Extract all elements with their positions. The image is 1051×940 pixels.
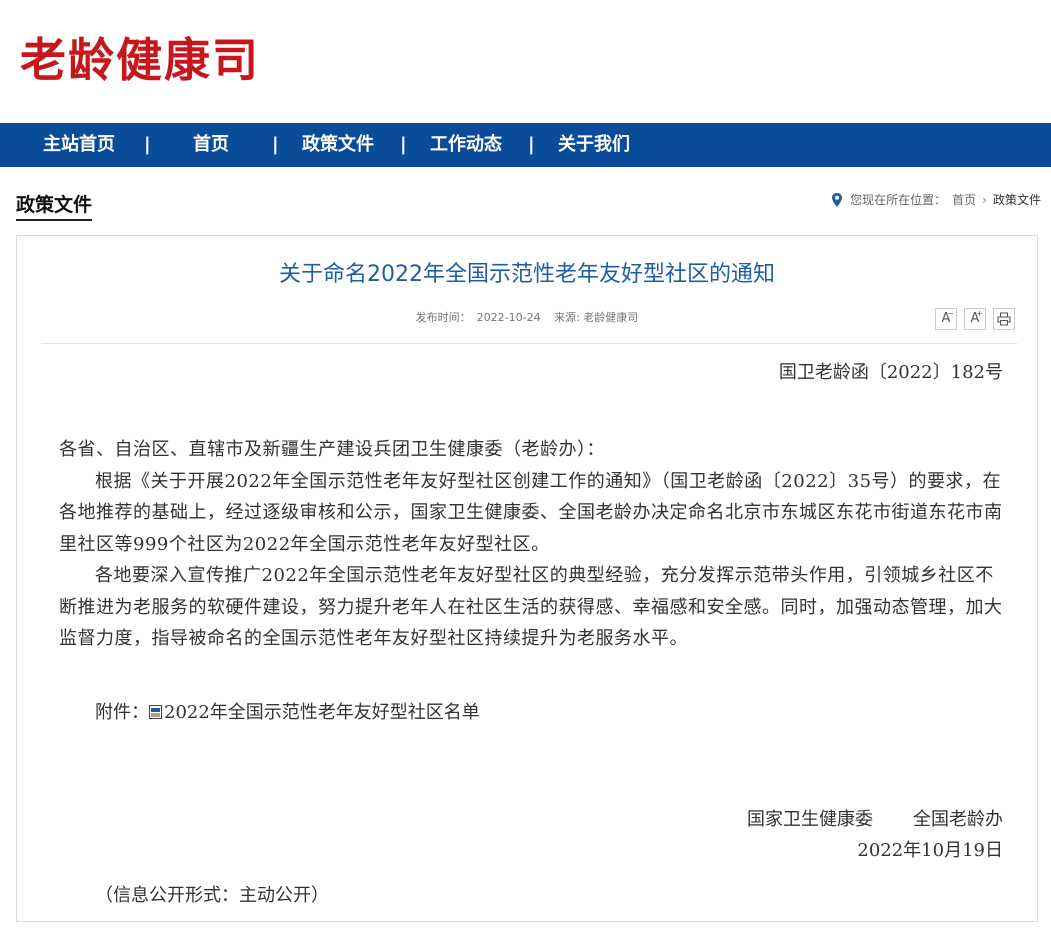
nav-item-work-news[interactable]: 工作动态 (430, 123, 502, 167)
nav-item-home[interactable]: 首页 (193, 123, 229, 167)
attachment-link[interactable]: 2022年全国示范性老年友好型社区名单 (149, 702, 480, 723)
attachment-row: 附件： 2022年全国示范性老年友好型社区名单 (59, 697, 1003, 728)
title-divider (41, 343, 1017, 344)
breadcrumb-prefix: 您现在所在位置： (850, 193, 947, 207)
attachment-name: 2022年全国示范性老年友好型社区名单 (164, 701, 480, 723)
nav-separator: | (144, 134, 151, 155)
word-doc-icon (149, 704, 162, 719)
plus-icon: + (976, 309, 983, 318)
signatory-1: 国家卫生健康委 (747, 808, 873, 830)
main-nav: 主站首页 | 首页 | 政策文件 | 工作动态 | 关于我们 (0, 123, 1051, 167)
breadcrumb-home-link[interactable]: 首页 (952, 191, 976, 208)
location-pin-icon (832, 192, 843, 207)
publish-date: 2022-10-24 (476, 311, 541, 324)
article-source: 来源: 老龄健康司 (554, 311, 639, 324)
document-number: 国卫老龄函〔2022〕182号 (778, 362, 1003, 383)
section-title: 政策文件 (16, 190, 93, 221)
breadcrumb: 您现在所在位置： 首页 › 政策文件 (830, 191, 1041, 208)
nav-item-about-us[interactable]: 关于我们 (558, 123, 630, 167)
addressee: 各省、自治区、直辖市及新疆生产建设兵团卫生健康委（老龄办）： (59, 439, 605, 460)
nav-separator: | (272, 134, 279, 155)
font-decrease-button[interactable]: A − (935, 308, 957, 330)
article-panel: 关于命名2022年全国示范性老年友好型社区的通知 发布时间： 2022-10-24… (16, 235, 1038, 922)
signatory-2: 全国老龄办 (913, 808, 1003, 830)
chevron-right-icon: › (982, 192, 987, 207)
document-body: 国卫老龄函〔2022〕182号 各省、自治区、直辖市及新疆生产建设兵团卫生健康委… (59, 356, 1003, 911)
nav-separator: | (528, 134, 535, 155)
nav-item-policy-docs[interactable]: 政策文件 (302, 123, 374, 167)
nav-item-main-site-home[interactable]: 主站首页 (43, 123, 115, 167)
font-increase-button[interactable]: A + (964, 308, 986, 330)
printer-icon (997, 312, 1011, 326)
article-title: 关于命名2022年全国示范性老年友好型社区的通知 (279, 262, 775, 287)
print-button[interactable] (993, 308, 1015, 330)
breadcrumb-current[interactable]: 政策文件 (993, 191, 1041, 208)
body-paragraph-1: 根据《关于开展2022年全国示范性老年友好型社区创建工作的通知》（国卫老龄函〔2… (59, 470, 1003, 555)
nav-separator: | (400, 134, 407, 155)
article-meta: 发布时间： 2022-10-24 来源: 老龄健康司 (17, 309, 1037, 325)
article-tools: A − A + (935, 308, 1015, 330)
disclosure-note: （信息公开形式：主动公开） (95, 884, 329, 906)
minus-icon: − (947, 309, 954, 318)
attachment-label: 附件： (95, 701, 149, 723)
publish-label: 发布时间： (415, 311, 471, 324)
signatories: 国家卫生健康委 全国老龄办 (59, 804, 1003, 835)
site-logo[interactable]: 老龄健康司 (20, 30, 260, 90)
sign-date: 2022年10月19日 (857, 839, 1003, 861)
body-paragraph-2: 各地要深入宣传推广2022年全国示范性老年友好型社区的典型经验，充分发挥示范带头… (59, 565, 1003, 649)
